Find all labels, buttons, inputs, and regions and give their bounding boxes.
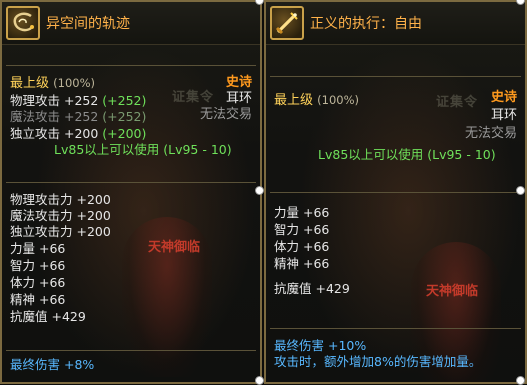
final-damage: 最终伤害 +8% — [10, 357, 95, 372]
grade-text: 最上级 — [10, 76, 50, 91]
divider — [270, 192, 521, 193]
rarity-label: 史诗 — [490, 90, 517, 105]
stat-line: 魔法攻击力 +200 — [10, 208, 111, 223]
watermark-text: 证集令 — [172, 90, 215, 105]
trade-label: 无法交易 — [199, 107, 252, 122]
stat-bonus: (+252) — [102, 93, 147, 108]
stat-text: 魔法攻击 +252 — [10, 109, 99, 124]
grade-text: 最上级 — [274, 93, 314, 108]
divider — [6, 350, 256, 351]
background-deity-text: 天神御临 — [426, 284, 479, 299]
stat-line: 抗魔值 +429 — [274, 281, 350, 296]
level-requirement: Lv85以上可以使用 (Lv95 - 10) — [318, 147, 496, 162]
grade-label: 最上级 (100%) — [10, 75, 95, 92]
stat-line: 智力 +66 — [274, 222, 330, 237]
final-damage: 最终伤害 +10% — [274, 338, 367, 353]
item-tooltip-left: 异空间的轨迹 证集令 最上级 (100%) 史诗 耳环 无法交易 物理攻击 +2… — [0, 0, 262, 384]
tooltip-header: 正义的执行：自由 — [266, 2, 525, 45]
slot-label: 耳环 — [225, 91, 252, 106]
divider — [6, 182, 256, 183]
level-requirement: Lv85以上可以使用 (Lv95 - 10) — [54, 142, 232, 157]
resize-handle[interactable] — [255, 0, 264, 5]
slot-label: 耳环 — [490, 108, 517, 123]
resize-handle[interactable] — [255, 186, 264, 195]
attack-stat-physical: 物理攻击 +252 (+252) — [10, 93, 146, 109]
item-name: 正义的执行：自由 — [310, 16, 422, 32]
grade-label: 最上级 (100%) — [274, 92, 359, 109]
stat-text: 独立攻击 +200 — [10, 126, 99, 141]
stat-line: 力量 +66 — [10, 241, 66, 256]
divider — [6, 65, 256, 66]
divider — [270, 76, 521, 77]
effect-text: 攻击时，额外增加8%的伤害增加量。 — [274, 354, 482, 369]
background-deity-text: 天神御临 — [148, 240, 201, 255]
stat-line: 体力 +66 — [274, 239, 330, 254]
stat-line: 智力 +66 — [10, 258, 66, 273]
stat-line: 精神 +66 — [10, 292, 66, 307]
stat-line: 体力 +66 — [10, 275, 66, 290]
item-name: 异空间的轨迹 — [46, 16, 130, 32]
item-tooltip-right: 正义的执行：自由 证集令 最上级 (100%) 史诗 耳环 无法交易 Lv85以… — [264, 0, 527, 384]
stat-line: 独立攻击力 +200 — [10, 224, 111, 239]
stat-line: 物理攻击力 +200 — [10, 192, 111, 207]
trade-label: 无法交易 — [464, 126, 517, 141]
resize-handle[interactable] — [516, 186, 525, 195]
rarity-label: 史诗 — [225, 75, 252, 90]
sword-icon[interactable] — [270, 6, 304, 40]
attack-stat-magic: 魔法攻击 +252 (+252) — [10, 109, 146, 125]
stat-text: 物理攻击 +252 — [10, 93, 99, 108]
stat-line: 抗魔值 +429 — [10, 309, 86, 324]
grade-percent: (100%) — [53, 76, 96, 90]
attack-stat-independent: 独立攻击 +200 (+200) — [10, 126, 146, 142]
grade-percent: (100%) — [317, 93, 360, 107]
stat-line: 力量 +66 — [274, 205, 330, 220]
stat-bonus: (+252) — [102, 109, 147, 124]
stat-line: 精神 +66 — [274, 256, 330, 271]
watermark-text: 证集令 — [436, 95, 479, 110]
tooltip-header: 异空间的轨迹 — [2, 2, 260, 45]
whip-icon[interactable] — [6, 6, 40, 40]
stat-bonus: (+200) — [102, 126, 147, 141]
divider — [270, 328, 521, 329]
